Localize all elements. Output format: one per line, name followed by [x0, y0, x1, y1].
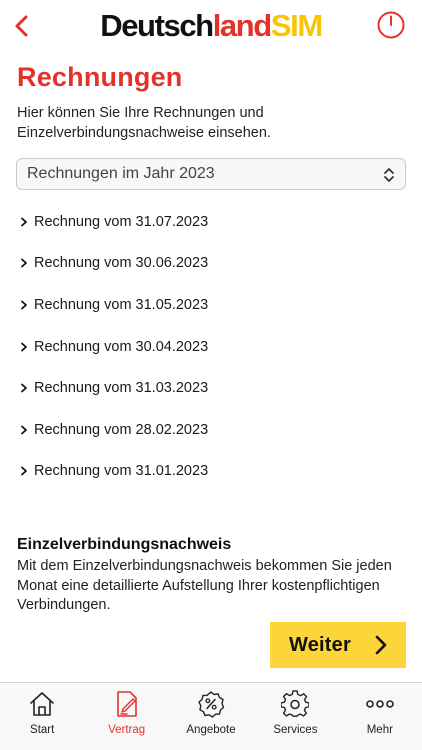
chevron-right-icon	[21, 300, 27, 310]
tab-services[interactable]: Services	[253, 683, 337, 750]
tab-vertrag[interactable]: Vertrag	[84, 683, 168, 750]
invoice-item[interactable]: Rechnung vom 30.06.2023	[0, 243, 422, 285]
tab-angebote[interactable]: Angebote	[169, 683, 253, 750]
invoice-item[interactable]: Rechnung vom 31.03.2023	[0, 367, 422, 409]
invoice-item[interactable]: Rechnung vom 31.07.2023	[0, 201, 422, 243]
gear-icon	[281, 690, 310, 717]
chevron-right-icon	[21, 425, 27, 435]
invoice-label: Rechnung vom 30.04.2023	[34, 338, 209, 355]
invoice-label: Rechnung vom 30.06.2023	[34, 255, 209, 272]
tab-mehr[interactable]: Mehr	[338, 683, 422, 750]
tab-label: Start	[30, 724, 55, 736]
invoice-label: Rechnung vom 28.02.2023	[34, 421, 209, 438]
invoice-list: Rechnung vom 31.07.2023 Rechnung vom 30.…	[0, 201, 422, 492]
logout-button[interactable]	[376, 10, 406, 40]
logo-part-land: land	[212, 8, 273, 43]
chevron-right-icon	[375, 635, 387, 655]
page-title: Rechnungen	[17, 62, 183, 92]
power-icon	[377, 11, 405, 39]
app-header: DeutschlandSIM	[0, 0, 422, 56]
year-select-value: Rechnungen im Jahr 2023	[27, 165, 215, 182]
tab-label: Vertrag	[108, 724, 146, 736]
contract-icon	[116, 691, 137, 717]
brand-logo: DeutschlandSIM	[0, 9, 422, 43]
chevron-right-icon	[21, 342, 27, 351]
chevron-right-icon	[21, 383, 27, 393]
logo-part-sim: SIM	[270, 8, 323, 43]
invoice-label: Rechnung vom 31.03.2023	[34, 380, 209, 397]
year-select[interactable]: Rechnungen im Jahr 2023	[16, 158, 406, 190]
percent-badge-icon	[198, 691, 225, 718]
invoice-label: Rechnung vom 31.01.2023	[34, 463, 209, 480]
evn-section-title: Einzelverbindungsnachweis	[17, 536, 232, 553]
page-intro-text: Hier können Sie Ihre Rechnungen und Einz…	[17, 105, 271, 141]
bottom-tab-bar: Start Vertrag Angebote Services Mehr	[0, 682, 422, 750]
tab-start[interactable]: Start	[0, 683, 84, 750]
weiter-button-label: Weiter	[289, 633, 351, 656]
tab-label: Services	[273, 724, 318, 736]
home-icon	[30, 692, 55, 716]
chevron-right-icon	[21, 466, 27, 476]
chevron-right-icon	[21, 217, 27, 227]
logo-part-deutsch: Deutsch	[100, 8, 214, 43]
invoice-item[interactable]: Rechnung vom 31.05.2023	[0, 284, 422, 326]
invoice-item[interactable]: Rechnung vom 31.01.2023	[0, 451, 422, 493]
select-arrows-icon	[384, 168, 394, 182]
more-dots-icon	[366, 700, 394, 708]
invoice-label: Rechnung vom 31.07.2023	[34, 213, 209, 230]
invoice-item[interactable]: Rechnung vom 28.02.2023	[0, 409, 422, 451]
tab-label: Angebote	[186, 724, 236, 736]
chevron-right-icon	[21, 258, 27, 268]
invoice-item[interactable]: Rechnung vom 30.04.2023	[0, 326, 422, 368]
tab-label: Mehr	[366, 724, 393, 736]
invoice-label: Rechnung vom 31.05.2023	[34, 296, 209, 313]
weiter-button[interactable]: Weiter	[270, 622, 406, 668]
evn-description: Mit dem Einzelverbindungsnachweis bekomm…	[17, 558, 392, 613]
